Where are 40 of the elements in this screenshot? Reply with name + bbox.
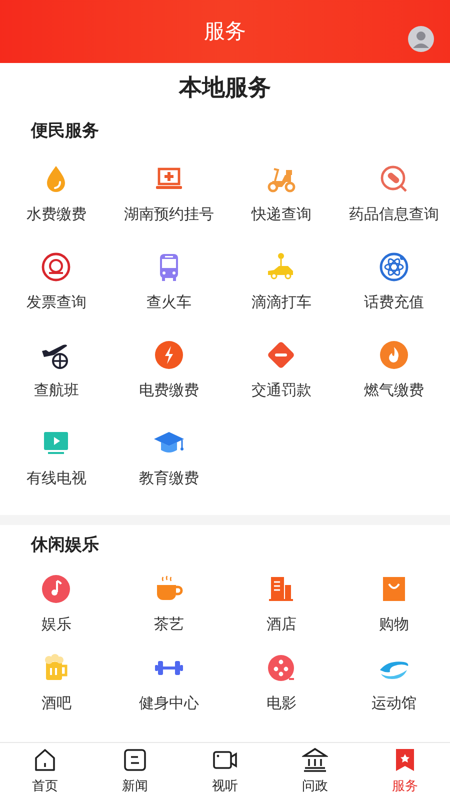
service-item[interactable]: 酒吧 — [0, 644, 112, 723]
service-item[interactable]: 快递查询 — [225, 151, 338, 239]
page-title: 本地服务 — [179, 72, 271, 102]
music-note-icon — [40, 572, 72, 605]
tab-item[interactable]: 视听 — [180, 743, 270, 800]
tab-item[interactable]: 问政 — [270, 743, 360, 800]
service-item[interactable]: 茶艺 — [112, 565, 225, 644]
service-item[interactable]: 话费充值 — [338, 239, 450, 327]
header-title: 服务 — [204, 18, 246, 45]
service-item[interactable]: 查航班 — [0, 327, 112, 415]
tab-item[interactable]: 首页 — [0, 743, 90, 800]
service-item[interactable]: 电影 — [225, 644, 338, 723]
service-item[interactable]: 有线电视 — [0, 415, 112, 503]
news-icon — [122, 747, 148, 774]
lightning-icon — [152, 339, 185, 372]
service-item[interactable]: 运动馆 — [338, 644, 450, 723]
service-item[interactable]: 燃气缴费 — [338, 327, 450, 415]
service-item[interactable]: 交通罚款 — [225, 327, 338, 415]
flame-icon — [378, 339, 410, 372]
section-title: 便民服务 — [31, 120, 99, 142]
government-building-icon — [302, 747, 328, 774]
atom-icon — [378, 251, 410, 284]
service-item[interactable]: 娱乐 — [0, 565, 112, 644]
service-item[interactable]: 教育缴费 — [112, 415, 225, 503]
avatar[interactable] — [408, 26, 434, 52]
service-item[interactable]: 水费缴费 — [0, 151, 112, 239]
service-item[interactable]: 查火车 — [112, 239, 225, 327]
service-item[interactable]: 发票查询 — [0, 239, 112, 327]
service-item[interactable]: 电费缴费 — [112, 327, 225, 415]
home-icon — [32, 747, 58, 774]
service-item[interactable]: 药品信息查询 — [338, 151, 450, 239]
service-item[interactable]: 滴滴打车 — [225, 239, 338, 327]
tab-item[interactable]: 服务 — [360, 743, 450, 800]
service-item[interactable]: 湖南预约挂号 — [112, 151, 225, 239]
tab-item[interactable]: 新闻 — [90, 743, 180, 800]
emblem-icon — [40, 251, 72, 284]
service-item[interactable]: 购物 — [338, 565, 450, 644]
section-title: 休闲娱乐 — [31, 534, 99, 556]
service-item[interactable]: 酒店 — [225, 565, 338, 644]
service-item[interactable]: 健身中心 — [112, 644, 225, 723]
